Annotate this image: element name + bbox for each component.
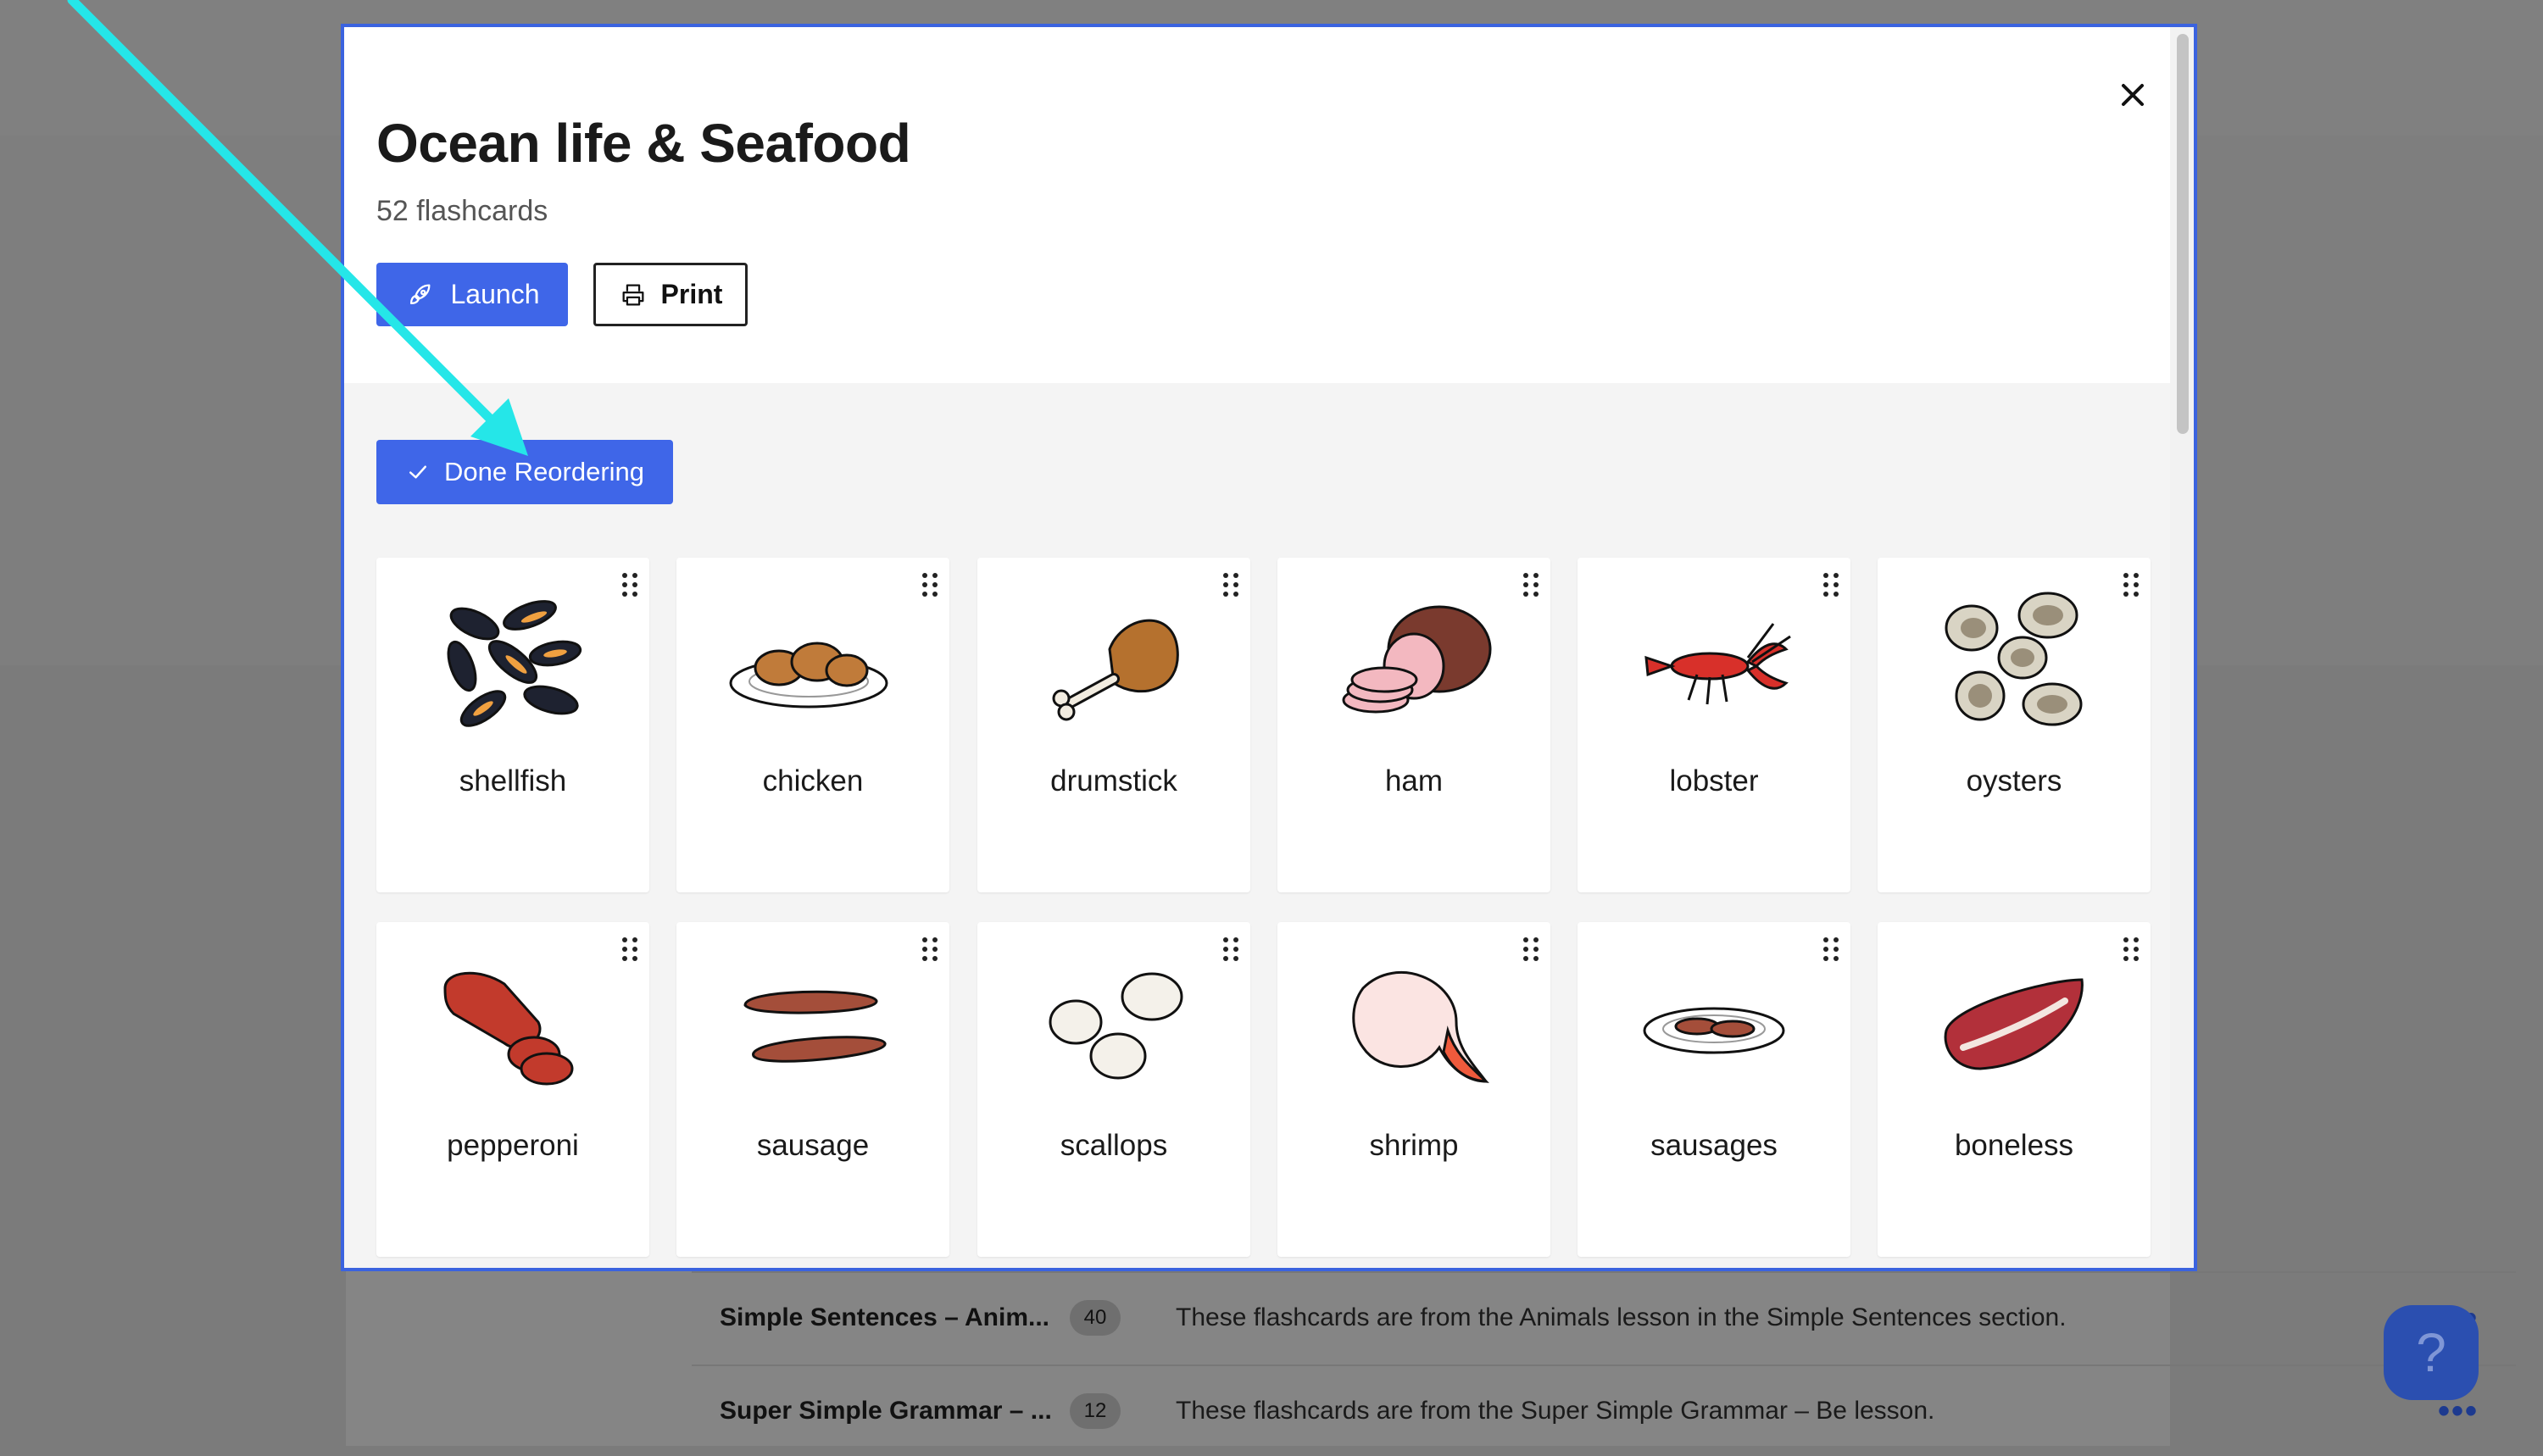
done-reordering-button[interactable]: Done Reordering xyxy=(376,440,673,504)
flashcard-label: pepperoni xyxy=(447,1129,579,1162)
flashcard-label: ham xyxy=(1384,764,1444,797)
drag-handle-icon[interactable] xyxy=(1221,571,1240,598)
flashcard-label: shellfish xyxy=(459,764,567,797)
sausages-plate-icon xyxy=(1643,1007,1785,1054)
flashcard-label: sausages xyxy=(1650,1129,1778,1162)
drag-handle-icon[interactable] xyxy=(1822,571,1840,598)
list-item-description: These flashcards are from the Super Simp… xyxy=(1176,1397,1935,1425)
drag-handle-icon[interactable] xyxy=(2122,936,2140,963)
card-count: 52 flashcards xyxy=(376,195,548,227)
flashcard[interactable]: ham xyxy=(1277,558,1550,892)
list-item-title: Super Simple Grammar – ... xyxy=(720,1397,1052,1425)
shrimp-icon xyxy=(1352,971,1489,1083)
scrollbar-thumb[interactable] xyxy=(2177,34,2189,434)
modal-title: Ocean life & Seafood xyxy=(376,113,911,174)
flashcard-set-modal: Ocean life & Seafood 52 flashcards Launc… xyxy=(341,24,2197,1271)
print-label: Print xyxy=(660,279,723,309)
pepperoni-icon xyxy=(443,971,574,1086)
oysters-icon xyxy=(1945,592,2083,726)
flashcard-label: drumstick xyxy=(1050,764,1177,797)
flashcard-label: lobster xyxy=(1669,764,1759,797)
check-icon xyxy=(409,465,426,479)
drag-handle-icon[interactable] xyxy=(921,571,939,598)
list-item[interactable]: Super Simple Grammar – ... 12 These flas… xyxy=(692,1364,2516,1456)
lobster-icon xyxy=(1644,623,1791,705)
flashcard-label: chicken xyxy=(762,764,864,797)
list-item-description: These flashcards are from the Animals le… xyxy=(1176,1303,2067,1331)
flashcard[interactable]: pepperoni xyxy=(376,922,649,1257)
drag-handle-icon[interactable] xyxy=(620,571,639,598)
drag-handle-icon[interactable] xyxy=(1221,936,1240,963)
flashcard[interactable]: shellfish xyxy=(376,558,649,892)
close-icon[interactable] xyxy=(2112,74,2154,116)
list-item[interactable]: Simple Sentences – Anim... 40 These flas… xyxy=(692,1271,2516,1363)
drag-handle-icon[interactable] xyxy=(620,936,639,963)
sausage-icon xyxy=(743,990,887,1063)
drag-handle-icon[interactable] xyxy=(1822,936,1840,963)
drag-handle-icon[interactable] xyxy=(921,936,939,963)
flashcard[interactable]: oysters xyxy=(1878,558,2151,892)
print-button[interactable]: Print xyxy=(593,263,748,326)
flashcard-label: sausage xyxy=(756,1129,870,1162)
drag-handle-icon[interactable] xyxy=(1522,936,1540,963)
boneless-meat-icon xyxy=(1944,978,2084,1070)
help-button[interactable]: ? xyxy=(2384,1305,2479,1400)
drag-handle-icon[interactable] xyxy=(1522,571,1540,598)
flashcard[interactable]: lobster xyxy=(1578,558,1850,892)
mussels-icon xyxy=(447,600,582,727)
count-badge: 12 xyxy=(1070,1393,1121,1429)
scallops-icon xyxy=(1049,972,1183,1080)
launch-button[interactable]: Launch xyxy=(376,263,568,326)
flashcard[interactable]: drumstick xyxy=(977,558,1250,892)
flashcard-label: shrimp xyxy=(1369,1129,1459,1162)
printer-icon xyxy=(622,284,644,305)
flashcard-label: scallops xyxy=(1060,1129,1168,1162)
flashcard-label: oysters xyxy=(1966,764,2062,797)
drumstick-icon xyxy=(1052,619,1179,721)
modal-scrollbar[interactable] xyxy=(2170,27,2194,1268)
ham-icon xyxy=(1342,605,1492,714)
rocket-icon xyxy=(409,284,430,304)
flashcard[interactable]: boneless xyxy=(1878,922,2151,1257)
count-badge: 40 xyxy=(1070,1300,1121,1336)
flashcard[interactable]: chicken xyxy=(676,558,949,892)
chicken-plate-icon xyxy=(729,642,888,709)
flashcard[interactable]: scallops xyxy=(977,922,1250,1257)
flashcard-list: Simple Sentences – Anim... 40 These flas… xyxy=(346,1271,2516,1446)
flashcard-label: boneless xyxy=(1954,1129,2074,1162)
flashcard[interactable]: shrimp xyxy=(1277,922,1550,1257)
list-item-title: Simple Sentences – Anim... xyxy=(720,1303,1050,1331)
done-reordering-label: Done Reordering xyxy=(443,457,645,486)
question-icon: ? xyxy=(2416,1322,2446,1383)
flashcard[interactable]: sausages xyxy=(1578,922,1850,1257)
flashcard[interactable]: sausage xyxy=(676,922,949,1257)
drag-handle-icon[interactable] xyxy=(2122,571,2140,598)
launch-label: Launch xyxy=(450,279,540,309)
